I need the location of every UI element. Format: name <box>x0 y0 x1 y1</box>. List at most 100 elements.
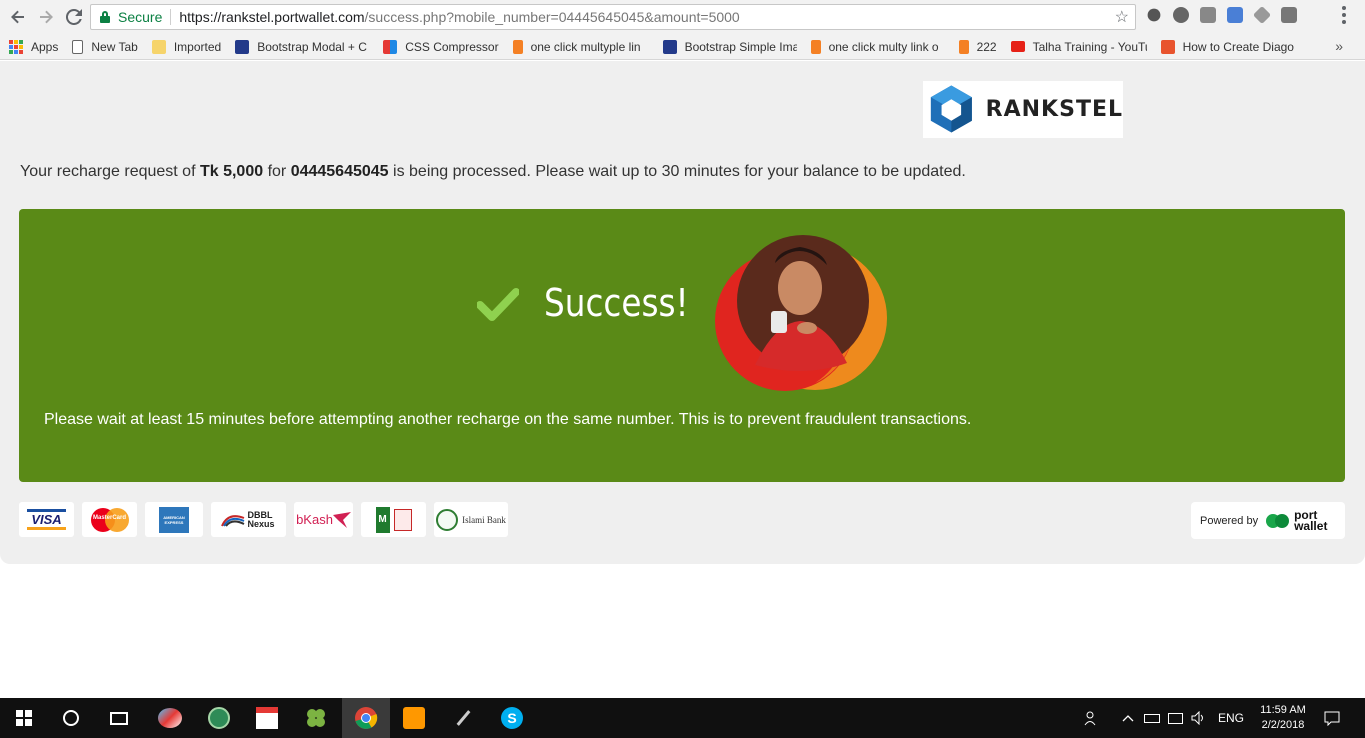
extension-icons <box>1146 5 1297 25</box>
extension-mail-icon[interactable] <box>1200 7 1216 23</box>
islami-bank-emblem-icon <box>436 508 459 531</box>
bookmarks-bar: Apps New Tab Imported Bootstrap Modal + … <box>0 34 1365 60</box>
checkmark-icon <box>477 288 519 321</box>
back-button[interactable] <box>4 3 32 31</box>
islami-bank-label: Islami Bank <box>462 514 506 525</box>
calendar-app-icon <box>256 707 278 729</box>
system-clock[interactable]: 11:59 AM 2/2/2018 <box>1253 703 1313 733</box>
notice-suffix: is being processed. Please wait up to 30… <box>388 163 966 180</box>
bookmark-new-tab[interactable]: New Tab <box>72 39 138 54</box>
stackoverflow-icon <box>512 39 523 54</box>
bookmark-222[interactable]: 222 <box>958 39 997 54</box>
taskbar-app-chrome[interactable] <box>342 698 390 738</box>
visa-label: VISA <box>27 509 66 530</box>
css-compressor-icon <box>383 39 398 54</box>
lock-icon <box>100 11 110 23</box>
bookmark-imported[interactable]: Imported <box>151 39 222 54</box>
bookmark-one-click-multy[interactable]: one click multy link o <box>810 39 945 54</box>
extension-translate-icon[interactable] <box>1227 7 1243 23</box>
plus-site-icon <box>1160 39 1175 54</box>
bookmark-label: Imported <box>173 39 222 54</box>
bookmark-bootstrap-simple[interactable]: Bootstrap Simple Ima <box>662 39 797 54</box>
promo-photo <box>715 235 887 391</box>
extension-bug-icon[interactable] <box>1147 8 1161 22</box>
bkash-bird-icon <box>332 511 351 528</box>
taskbar-app-clover[interactable] <box>292 698 340 738</box>
url-host: https://rankstel.portwallet.com <box>179 9 365 25</box>
islami-bank-logo: Islami Bank <box>434 502 508 537</box>
mastercard-label: MasterCard <box>92 514 126 521</box>
bookmark-bootstrap-modal[interactable]: Bootstrap Modal + C <box>235 39 369 54</box>
clock-date: 2/2/2018 <box>1261 719 1305 731</box>
taskbar-app-sublime[interactable] <box>390 698 438 738</box>
bookmark-apps[interactable]: Apps <box>9 39 59 54</box>
portwallet-wordmark: port wallet <box>1294 509 1328 533</box>
nexus-swirl-icon <box>220 514 244 527</box>
bookmark-label: How to Create Diago <box>1182 39 1294 54</box>
youtube-icon <box>1010 41 1025 52</box>
taskbar-app-atom[interactable] <box>195 698 243 738</box>
stackoverflow-icon <box>958 39 969 54</box>
clock-time: 11:59 AM <box>1260 704 1306 716</box>
reload-icon <box>66 9 82 25</box>
bookmark-one-click-multyple[interactable]: one click multyple lin <box>512 39 649 54</box>
cortana-button[interactable] <box>47 698 95 738</box>
stackoverflow-icon <box>810 39 821 54</box>
reload-button[interactable] <box>60 3 88 31</box>
taskbar-app-pen[interactable] <box>439 698 487 738</box>
visa-logo: VISA <box>19 502 74 537</box>
dbbl-nexus-logo: DBBL Nexus <box>211 502 286 537</box>
extension-cube-icon[interactable] <box>1252 5 1272 25</box>
skype-app-icon: S <box>501 707 523 729</box>
extension-window-icon[interactable] <box>1281 7 1297 23</box>
taskbar-app-paint[interactable] <box>146 698 194 738</box>
taskbar-app-skype[interactable]: S <box>488 698 536 738</box>
bookmark-label: Apps <box>31 39 59 54</box>
notice-middle: for <box>263 163 291 180</box>
clover-app-icon <box>307 709 325 727</box>
amex-logo: AMERICAN EXPRESS <box>145 502 203 537</box>
bookmark-label: one click multyple lin <box>530 39 641 54</box>
arrow-left-icon <box>11 10 24 24</box>
bookmark-label: CSS Compressor <box>405 39 499 54</box>
bookmark-label: one click multy link o <box>828 39 939 54</box>
recharge-amount: Tk 5,000 <box>199 163 264 180</box>
windows-taskbar: S ENG 11:59 AM 2/2/2018 <box>0 698 1365 738</box>
mastercard-logo: MasterCard <box>82 502 137 537</box>
taskbar-app-calendar[interactable] <box>243 698 291 738</box>
paint-app-icon <box>158 708 182 728</box>
bookmark-talha-training[interactable]: Talha Training - YouTu <box>1010 40 1147 54</box>
chrome-app-icon <box>355 707 378 729</box>
task-view-button[interactable] <box>95 698 143 738</box>
action-center-icon[interactable] <box>1324 698 1340 738</box>
network-icon[interactable] <box>1168 698 1183 738</box>
extension-moon-icon[interactable] <box>1173 7 1189 23</box>
site-a-icon <box>235 39 250 54</box>
site-a-icon <box>662 39 677 54</box>
omnibox-divider <box>170 9 172 25</box>
wait-note: Please wait at least 15 minutes before a… <box>44 411 972 428</box>
powered-by-label: Powered by <box>1200 514 1259 527</box>
address-bar[interactable]: Secure https://rankstel.portwallet.com/s… <box>90 4 1136 30</box>
portwallet-word-2: wallet <box>1294 518 1328 533</box>
bookmark-how-to-create[interactable]: How to Create Diago <box>1160 39 1295 54</box>
recharge-notice: Your recharge request of Tk 5,000 for 04… <box>20 163 966 181</box>
input-language[interactable]: ENG <box>1218 698 1244 738</box>
page-icon <box>72 39 84 54</box>
forward-button[interactable] <box>32 3 60 31</box>
start-button[interactable] <box>0 698 48 738</box>
more-bookmarks-button[interactable]: » <box>1335 38 1343 54</box>
bookmark-label: Bootstrap Modal + C <box>257 39 367 54</box>
mobile-number: 04445645045 <box>290 163 389 180</box>
show-hidden-icons-chevron-icon[interactable] <box>1122 698 1134 738</box>
bookmark-star-icon[interactable]: ☆ <box>1115 7 1129 27</box>
bookmark-css-compressor[interactable]: CSS Compressor <box>383 39 499 54</box>
atom-app-icon <box>208 707 230 729</box>
volume-icon[interactable] <box>1191 698 1207 738</box>
people-icon[interactable] <box>1084 698 1100 738</box>
dbbl-nexus-label: DBBL Nexus <box>247 509 275 529</box>
chrome-menu-icon[interactable] <box>1342 6 1346 24</box>
powered-by-portwallet[interactable]: Powered by port wallet <box>1191 502 1345 539</box>
apps-grid-icon <box>9 39 23 54</box>
battery-icon[interactable] <box>1144 698 1160 738</box>
